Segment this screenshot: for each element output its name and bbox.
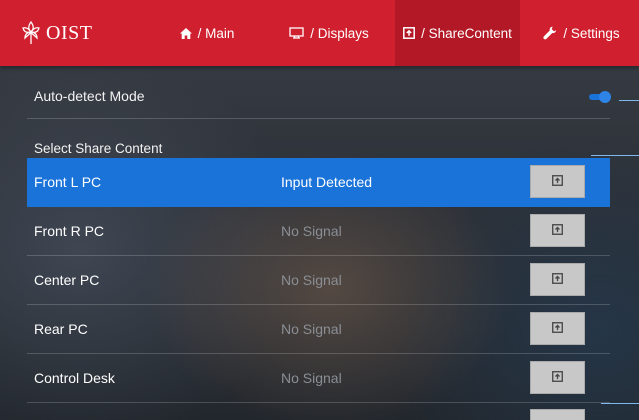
share-button[interactable] xyxy=(530,214,585,247)
tab-settings-label: / Settings xyxy=(563,25,620,41)
source-name: Center PC xyxy=(34,272,100,288)
top-nav-bar: OIST / Main / Displays / ShareContent / … xyxy=(0,0,639,66)
display-icon xyxy=(289,27,304,39)
brand-logo[interactable]: OIST xyxy=(20,19,92,47)
tab-displays[interactable]: / Displays xyxy=(278,0,380,66)
decorative-accent-line xyxy=(619,100,639,101)
auto-detect-label: Auto-detect Mode xyxy=(34,88,145,104)
list-item[interactable]: Front R PC No Signal xyxy=(27,207,610,256)
share-content-icon xyxy=(552,271,563,289)
share-button[interactable] xyxy=(530,361,585,394)
auto-detect-row: Auto-detect Mode xyxy=(27,80,611,119)
share-content-panel: Auto-detect Mode Select Share Content Fr… xyxy=(0,66,639,420)
logo-text: OIST xyxy=(46,21,93,44)
wrench-icon xyxy=(543,26,557,40)
tab-share-content[interactable]: / ShareContent xyxy=(395,0,520,66)
share-button[interactable] xyxy=(530,165,585,198)
source-status: No Signal xyxy=(281,370,342,386)
list-item[interactable]: Control Desk No Signal xyxy=(27,354,610,403)
source-status: No Signal xyxy=(281,272,342,288)
list-item-partial[interactable] xyxy=(27,403,610,420)
decorative-accent-line xyxy=(591,155,639,156)
source-status: No Signal xyxy=(281,223,342,239)
tab-main-label: / Main xyxy=(197,25,235,41)
share-source-list: Front L PC Input Detected Front R PC No … xyxy=(27,158,610,420)
tab-share-content-label: / ShareContent xyxy=(421,25,512,41)
list-item[interactable]: Rear PC No Signal xyxy=(27,305,610,354)
source-name: Control Desk xyxy=(34,370,115,386)
toggle-knob xyxy=(599,91,611,103)
section-title: Select Share Content xyxy=(34,141,163,156)
source-name: Front R PC xyxy=(34,223,105,239)
share-content-icon xyxy=(552,222,563,240)
list-item[interactable]: Center PC No Signal xyxy=(27,256,610,305)
share-content-icon xyxy=(552,369,563,387)
share-content-icon xyxy=(552,320,563,338)
source-status: No Signal xyxy=(281,321,342,337)
home-icon xyxy=(179,27,192,39)
oist-logo-icon xyxy=(20,20,42,46)
tab-main[interactable]: / Main xyxy=(163,0,251,66)
share-content-icon xyxy=(403,27,416,39)
share-button[interactable] xyxy=(530,409,585,420)
share-content-icon xyxy=(552,173,563,191)
share-button[interactable] xyxy=(530,312,585,345)
share-button[interactable] xyxy=(530,263,585,296)
auto-detect-toggle[interactable] xyxy=(589,91,611,103)
list-item[interactable]: Front L PC Input Detected xyxy=(27,158,610,207)
tab-displays-label: / Displays xyxy=(310,25,369,41)
source-name: Front L PC xyxy=(34,174,102,190)
tab-settings[interactable]: / Settings xyxy=(524,0,639,66)
source-status: Input Detected xyxy=(281,174,373,190)
source-name: Rear PC xyxy=(34,321,88,337)
